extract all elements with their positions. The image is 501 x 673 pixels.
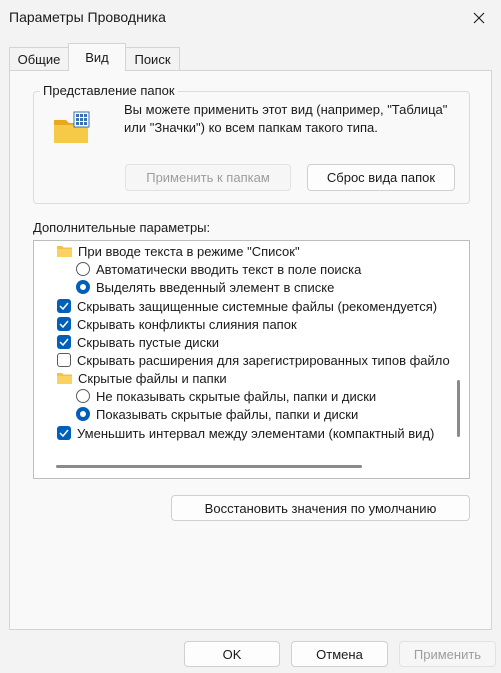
- option-hide-merge-conflicts[interactable]: Скрывать конфликты слияния папок: [57, 315, 297, 333]
- tab-general[interactable]: Общие: [9, 47, 69, 70]
- option-label: Не показывать скрытые файлы, папки и дис…: [96, 388, 377, 404]
- title-bar: Параметры Проводника: [0, 0, 501, 36]
- option-label: Скрывать конфликты слияния папок: [77, 316, 297, 332]
- restore-defaults-button[interactable]: Восстановить значения по умолчанию: [171, 495, 470, 521]
- tab-general-label: Общие: [17, 51, 61, 67]
- folder-view-icon: [54, 111, 90, 143]
- checkmark-icon: [59, 320, 69, 328]
- tab-search-label: Поиск: [134, 51, 171, 67]
- cancel-button[interactable]: Отмена: [291, 641, 388, 667]
- list-right-border: [469, 240, 470, 479]
- option-label: Автоматически вводить текст в поле поиск…: [96, 261, 362, 277]
- tab-view-label: Вид: [85, 50, 109, 65]
- folder-icon: [57, 373, 72, 384]
- option-label: Уменьшить интервал между элементами (ком…: [77, 425, 435, 441]
- apply-to-folders-button[interactable]: Применить к папкам: [125, 164, 291, 191]
- option-compact-view[interactable]: Уменьшить интервал между элементами (ком…: [57, 424, 434, 442]
- option-label: Скрывать защищенные системные файлы (рек…: [77, 298, 438, 314]
- folder-views-legend: Представление папок: [40, 83, 178, 98]
- checkbox[interactable]: [57, 299, 71, 313]
- advanced-settings-label: Дополнительные параметры:: [33, 220, 211, 235]
- horizontal-scrollbar[interactable]: [56, 465, 362, 468]
- option-label: Выделять введенный элемент в списке: [96, 279, 335, 295]
- tab-search[interactable]: Поиск: [125, 47, 180, 70]
- ok-button[interactable]: OK: [184, 641, 280, 667]
- tab-view[interactable]: Вид: [68, 43, 126, 71]
- vertical-scrollbar[interactable]: [457, 380, 460, 437]
- option-label: Скрывать расширения для зарегистрированн…: [77, 352, 457, 368]
- folder-icon: [57, 246, 72, 257]
- list-item-label: Скрытые файлы и папки: [78, 370, 227, 386]
- apply-button[interactable]: Применить: [399, 641, 496, 667]
- option-show-hidden[interactable]: Показывать скрытые файлы, папки и диски: [76, 405, 358, 423]
- radio-button[interactable]: [76, 262, 90, 276]
- list-item-typing-in-list-view: При вводе текста в режиме "Список": [57, 242, 300, 260]
- restore-defaults-label: Восстановить значения по умолчанию: [204, 500, 437, 516]
- window-right-margin: [491, 70, 501, 630]
- close-button[interactable]: [456, 0, 501, 36]
- apply-to-folders-label: Применить к папкам: [146, 170, 270, 185]
- option-label: Скрывать пустые диски: [77, 334, 220, 350]
- cancel-label: Отмена: [316, 646, 363, 662]
- option-hide-empty-drives[interactable]: Скрывать пустые диски: [57, 333, 219, 351]
- reset-folders-button[interactable]: Сброс вида папок: [307, 164, 455, 191]
- radio-button[interactable]: [76, 280, 90, 294]
- option-dont-show-hidden[interactable]: Не показывать скрытые файлы, папки и дис…: [76, 387, 376, 405]
- checkmark-icon: [59, 429, 69, 437]
- apply-label: Применить: [413, 646, 482, 662]
- radio-button[interactable]: [76, 389, 90, 403]
- option-select-typed-item[interactable]: Выделять введенный элемент в списке: [76, 278, 334, 296]
- list-item-hidden-files: Скрытые файлы и папки: [57, 369, 227, 387]
- checkbox[interactable]: [57, 353, 71, 367]
- folder-views-description: Вы можете применить этот вид (например, …: [124, 102, 448, 135]
- checkbox[interactable]: [57, 317, 71, 331]
- option-hide-extensions[interactable]: Скрывать расширения для зарегистрированн…: [57, 351, 457, 369]
- checkmark-icon: [59, 302, 69, 310]
- radio-button[interactable]: [76, 407, 90, 421]
- ok-label: OK: [222, 646, 242, 662]
- close-icon: [473, 12, 484, 24]
- window-title: Параметры Проводника: [9, 9, 166, 25]
- option-auto-type-search[interactable]: Автоматически вводить текст в поле поиск…: [76, 260, 361, 278]
- checkbox[interactable]: [57, 335, 71, 349]
- option-hide-protected-files[interactable]: Скрывать защищенные системные файлы (рек…: [57, 297, 437, 315]
- checkmark-icon: [59, 338, 69, 346]
- list-item-label: При вводе текста в режиме "Список": [78, 243, 300, 259]
- checkbox[interactable]: [57, 426, 71, 440]
- option-label: Показывать скрытые файлы, папки и диски: [96, 406, 359, 422]
- reset-folders-label: Сброс вида папок: [326, 170, 436, 185]
- panel-right-border: [491, 70, 492, 630]
